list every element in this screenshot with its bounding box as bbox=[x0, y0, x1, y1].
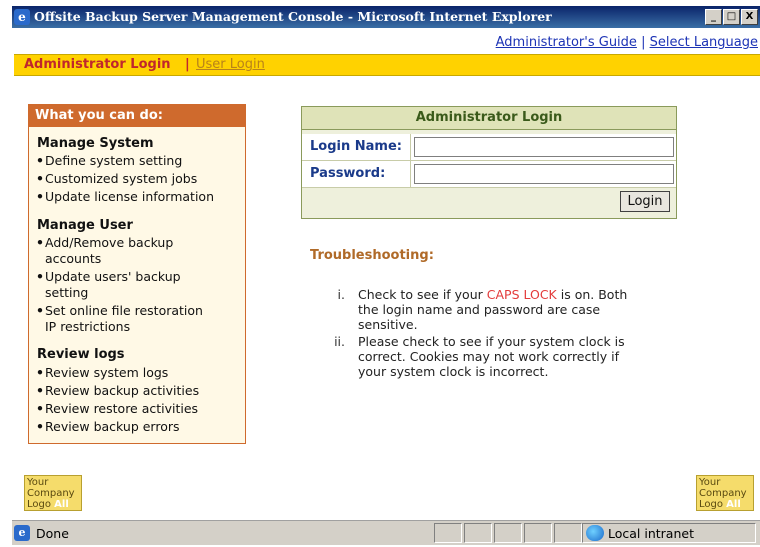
list-item: •Set online file restoration IP restricti… bbox=[36, 303, 203, 334]
list-item: •Define system setting bbox=[36, 153, 183, 168]
login-name-input[interactable] bbox=[414, 137, 674, 157]
list-item: •Review backup activities bbox=[36, 383, 200, 398]
intranet-globe-icon bbox=[586, 525, 604, 541]
nav-separator: | bbox=[185, 57, 190, 72]
nav-user-login-link[interactable]: User Login bbox=[196, 57, 265, 72]
caps-lock-text: CAPS LOCK bbox=[486, 287, 557, 302]
list-item: •Review restore activities bbox=[36, 401, 199, 416]
status-pane bbox=[464, 523, 492, 543]
ie-icon: e bbox=[14, 9, 30, 25]
password-input[interactable] bbox=[414, 164, 674, 184]
security-zone-text: Local intranet bbox=[608, 526, 694, 541]
section-title-manage-system: Manage System bbox=[37, 136, 154, 151]
status-bar: e Done Local intranet bbox=[12, 520, 760, 545]
company-logo-right: Your Company Logo All bbox=[696, 475, 754, 511]
section-title-manage-user: Manage User bbox=[37, 218, 133, 233]
window-title-bar: e Offsite Backup Server Management Conso… bbox=[12, 6, 760, 28]
minimize-button[interactable]: _ bbox=[705, 9, 722, 25]
administrator-login-box: Administrator Login Login Name: Password… bbox=[301, 106, 677, 219]
panel-header: What you can do: bbox=[29, 105, 245, 127]
login-box-title: Administrator Login bbox=[302, 107, 676, 130]
status-pane bbox=[434, 523, 462, 543]
row-divider bbox=[410, 161, 411, 187]
window-controls: _ □ X bbox=[704, 9, 758, 28]
status-pane bbox=[494, 523, 522, 543]
list-item: •Customized system jobs bbox=[36, 171, 198, 186]
what-you-can-do-panel: What you can do: Manage System •Define s… bbox=[28, 104, 246, 444]
list-item: •Update license information bbox=[36, 189, 214, 204]
login-button[interactable]: Login bbox=[620, 191, 670, 212]
status-pane bbox=[554, 523, 582, 543]
select-language-link[interactable]: Select Language bbox=[650, 35, 758, 50]
close-button[interactable]: X bbox=[741, 9, 758, 25]
list-item: •Review system logs bbox=[36, 365, 169, 380]
password-row: Password: bbox=[302, 161, 676, 188]
list-item: •Review backup errors bbox=[36, 419, 180, 434]
top-links-separator: | bbox=[641, 35, 646, 50]
row-divider bbox=[410, 134, 411, 160]
page-done-icon: e bbox=[14, 525, 30, 541]
login-name-label: Login Name: bbox=[310, 139, 402, 154]
troubleshooting-title: Troubleshooting: bbox=[310, 248, 434, 263]
maximize-button[interactable]: □ bbox=[723, 9, 740, 25]
nav-administrator-login: Administrator Login bbox=[24, 57, 171, 72]
login-name-row: Login Name: bbox=[302, 134, 676, 161]
company-logo-left: Your Company Logo All bbox=[24, 475, 82, 511]
window-title: Offsite Backup Server Management Console… bbox=[34, 9, 552, 24]
password-label: Password: bbox=[310, 166, 386, 181]
administrators-guide-link[interactable]: Administrator's Guide bbox=[496, 35, 637, 50]
top-links: Administrator's Guide | Select Language bbox=[496, 35, 758, 50]
nav-bar: Administrator Login | User Login bbox=[14, 54, 760, 76]
status-pane bbox=[524, 523, 552, 543]
list-item: •Add/Remove backup accounts bbox=[36, 235, 174, 266]
section-title-review-logs: Review logs bbox=[37, 347, 125, 362]
list-item: •Update users' backup setting bbox=[36, 269, 181, 300]
status-text: Done bbox=[36, 526, 69, 541]
